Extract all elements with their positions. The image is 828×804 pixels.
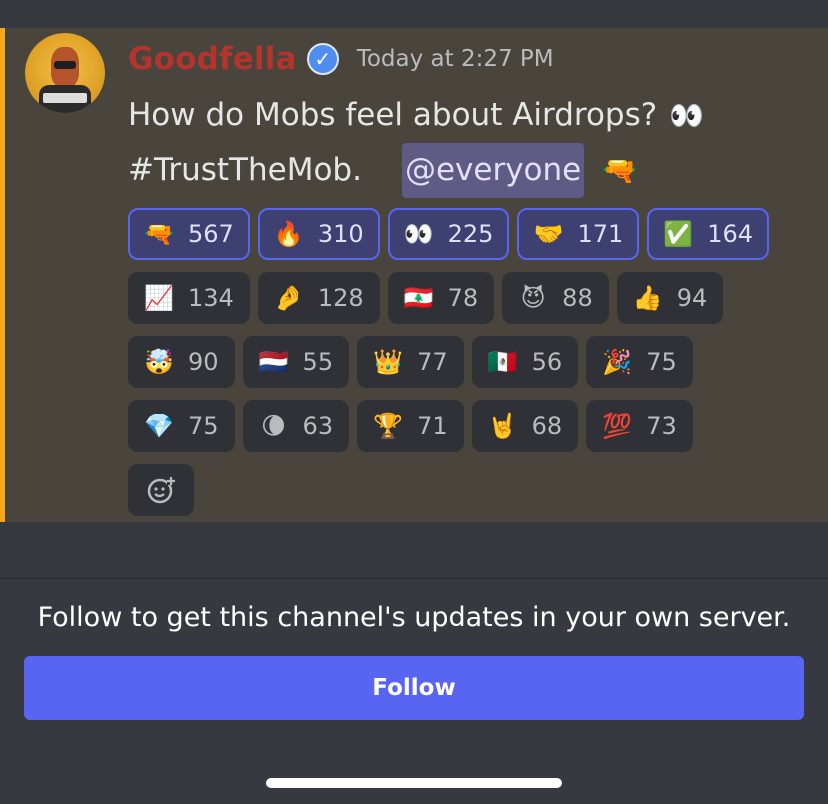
reaction-emoji-icon: 😈 (520, 284, 546, 312)
reaction-button[interactable]: 🤯 90 (128, 336, 235, 388)
add-reaction-button[interactable] (128, 464, 194, 516)
message-line-2: #TrustTheMob. @everyone 🔫 (128, 143, 704, 198)
timestamp: Today at 2:27 PM (356, 46, 554, 72)
reaction-button[interactable]: 🌘 63 (242, 400, 350, 452)
reaction-count: 567 (188, 220, 234, 248)
message: Goodfella ✓ Today at 2:27 PM How do Mobs… (0, 28, 828, 522)
reaction-count: 77 (417, 348, 448, 376)
reaction-button[interactable]: 🔫 567 (128, 208, 250, 260)
reaction-emoji-icon: 🌘 (261, 412, 287, 440)
reaction-button[interactable]: 🤝 171 (517, 208, 640, 260)
reaction-emoji-icon: 💎 (144, 412, 174, 440)
reactions-row (128, 464, 808, 516)
reaction-count: 225 (447, 220, 494, 248)
eyes-emoji-icon: 👀 (669, 99, 705, 132)
reaction-emoji-icon: 👀 (403, 220, 434, 248)
reaction-emoji-icon: 📈 (144, 284, 174, 312)
reaction-count: 63 (302, 412, 334, 440)
divider (0, 578, 828, 579)
reaction-emoji-icon: 🤌 (273, 284, 304, 312)
reaction-emoji-icon: 🔥 (273, 220, 304, 248)
reaction-count: 164 (707, 220, 754, 248)
follow-button[interactable]: Follow (24, 656, 804, 720)
reactions-row: 🔫 567 🔥 310 👀 225 🤝 171 ✅ 164 (128, 208, 808, 260)
message-header: Goodfella ✓ Today at 2:27 PM (128, 38, 554, 80)
reaction-button[interactable]: 🇲🇽 56 (471, 336, 579, 388)
reaction-count: 134 (188, 284, 234, 312)
reaction-button[interactable]: 🤘 68 (471, 400, 579, 452)
reaction-count: 90 (188, 348, 219, 376)
follow-panel: Follow to get this channel's updates in … (0, 522, 828, 804)
follow-prompt: Follow to get this channel's updates in … (37, 602, 791, 633)
reaction-button[interactable]: 👑 77 (357, 336, 464, 388)
reaction-button[interactable]: 👍 94 (616, 272, 724, 324)
reaction-count: 128 (317, 284, 364, 312)
reactions-row: 🤯 90 🇳🇱 55 👑 77 🇲🇽 56 🎉 75 (128, 336, 808, 388)
reaction-button[interactable]: 👀 225 (387, 208, 510, 260)
reactions-row: 💎 75 🌘 63 🏆 71 🤘 68 💯 73 (128, 400, 808, 452)
add-reaction-icon (147, 477, 175, 504)
everyone-mention[interactable]: @everyone (401, 143, 585, 198)
reaction-button[interactable]: 🇱🇧 78 (387, 272, 495, 324)
reaction-emoji-icon: 👑 (373, 348, 404, 376)
reaction-emoji-icon: ✅ (663, 220, 694, 248)
reaction-button[interactable]: 🏆 71 (357, 400, 464, 452)
reaction-count: 75 (188, 412, 219, 440)
reaction-count: 171 (577, 220, 624, 248)
reaction-emoji-icon: 🤘 (487, 412, 518, 440)
reaction-emoji-icon: 🔫 (144, 220, 174, 248)
reaction-emoji-icon: 🇲🇽 (487, 348, 518, 376)
reaction-button[interactable]: 🎉 75 (586, 336, 693, 388)
avatar[interactable] (25, 33, 105, 113)
reaction-button[interactable]: 📈 134 (128, 272, 250, 324)
avatar-plate (43, 93, 87, 103)
top-strip (0, 0, 828, 28)
reaction-count: 310 (317, 220, 364, 248)
avatar-mask (54, 61, 76, 69)
reaction-emoji-icon: 🏆 (373, 412, 404, 440)
hashtag-text: #TrustTheMob. (128, 152, 362, 188)
reaction-emoji-icon: 💯 (602, 412, 633, 440)
reaction-emoji-icon: 👍 (632, 284, 663, 312)
reaction-button[interactable]: 💯 73 (586, 400, 693, 452)
message-line-1: How do Mobs feel about Airdrops? 👀 (128, 88, 704, 143)
reaction-button[interactable]: 💎 75 (128, 400, 235, 452)
reaction-count: 75 (646, 348, 677, 376)
verified-badge-icon: ✓ (306, 43, 339, 75)
reaction-count: 88 (562, 284, 593, 312)
reaction-button[interactable]: 😈 88 (502, 272, 609, 324)
reaction-count: 78 (447, 284, 479, 312)
reaction-count: 94 (676, 284, 708, 312)
reaction-count: 56 (531, 348, 563, 376)
reaction-emoji-icon: 🇱🇧 (403, 284, 434, 312)
water-pistol-emoji-icon: 🔫 (602, 154, 638, 187)
reaction-button[interactable]: ✅ 164 (647, 208, 770, 260)
message-text-1: How do Mobs feel about Airdrops? (128, 97, 658, 133)
reaction-count: 73 (646, 412, 677, 440)
reaction-emoji-icon: 🤯 (144, 348, 174, 376)
reaction-emoji-icon: 🎉 (602, 348, 633, 376)
reactions-bar: 🔫 567 🔥 310 👀 225 🤝 171 ✅ 164 📈 134 🤌 128 🇱🇧 78 😈 88 👍 94 🤯 9… (128, 208, 808, 528)
reactions-row: 📈 134 🤌 128 🇱🇧 78 😈 88 👍 94 (128, 272, 808, 324)
username[interactable]: Goodfella (128, 41, 297, 77)
message-content: How do Mobs feel about Airdrops? 👀 #Trus… (128, 88, 704, 198)
reaction-count: 68 (531, 412, 563, 440)
home-indicator[interactable] (266, 778, 562, 788)
reaction-button[interactable]: 🇳🇱 55 (242, 336, 350, 388)
reaction-count: 55 (302, 348, 334, 376)
reaction-emoji-icon: 🤝 (533, 220, 564, 248)
reaction-emoji-icon: 🇳🇱 (258, 348, 289, 376)
reaction-button[interactable]: 🔥 310 (257, 208, 380, 260)
reaction-count: 71 (417, 412, 448, 440)
reaction-button[interactable]: 🤌 128 (257, 272, 380, 324)
